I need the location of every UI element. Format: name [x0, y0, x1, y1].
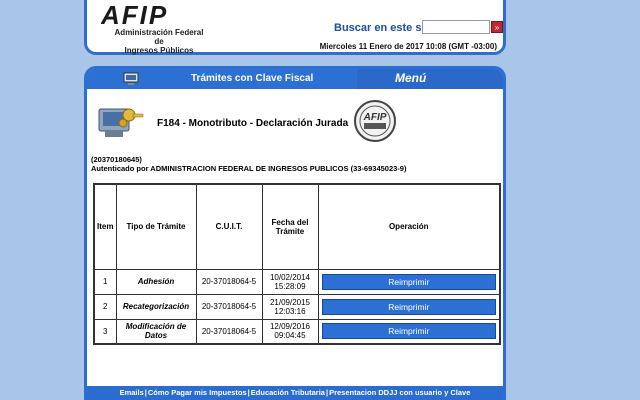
cuit-number: (20370180645): [91, 155, 142, 164]
header-panel: AFIP Administración Federal de Ingresos …: [84, 0, 506, 55]
main-panel: Trámites con Clave Fiscal Menú F184 - Mo…: [84, 66, 506, 400]
nav-bar: Trámites con Clave Fiscal Menú: [87, 69, 503, 89]
col-item: Item: [93, 183, 117, 270]
row-operacion: Reimprimir: [317, 268, 501, 295]
monitor-icon[interactable]: [123, 71, 139, 87]
reimprimir-button[interactable]: Reimprimir: [321, 323, 496, 340]
row-tipo: Adhesión: [115, 268, 197, 295]
row-tipo: Modificación de Datos: [115, 318, 197, 345]
menu-link[interactable]: Menú: [395, 71, 426, 85]
current-date: Miercoles 11 Enero de 2017 10:08 (GMT -0…: [319, 42, 497, 51]
nav-bar-right: [357, 69, 503, 89]
afip-logo: AFIP: [101, 4, 168, 26]
authenticated-by: Autenticado por ADMINISTRACION FEDERAL D…: [91, 164, 407, 173]
footer-links: Emails|Cómo Pagar mis Impuestos|Educació…: [87, 386, 503, 400]
footer-link-educacion[interactable]: Educación Tributaria: [251, 388, 325, 397]
footer-separator: |: [325, 388, 329, 397]
table-row: 3 Modificación de Datos 20-37018064-5 12…: [93, 318, 501, 345]
row-fecha: 21/09/2015 12:03:16: [261, 293, 319, 320]
logo-text: AFIP: [101, 4, 168, 26]
table-row: 2 Recategorización 20-37018064-5 21/09/2…: [93, 293, 501, 320]
col-operacion: Operación: [317, 183, 501, 270]
row-item: 2: [93, 293, 117, 320]
row-tipo: Recategorización: [115, 293, 197, 320]
reimprimir-button[interactable]: Reimprimir: [321, 298, 496, 315]
col-tipo: Tipo de Trámite: [115, 183, 197, 270]
keys-computer-icon: [98, 108, 144, 137]
stamp-text: AFIP: [363, 112, 387, 123]
tramites-table: Item Tipo de Trámite C.U.I.T. Fecha del …: [93, 183, 501, 345]
table-row: 1 Adhesión 20-37018064-5 10/02/2014 15:2…: [93, 268, 501, 295]
row-operacion: Reimprimir: [317, 293, 501, 320]
auth-info: (20370180645) Autenticado por ADMINISTRA…: [91, 155, 406, 173]
table-header-row: Item Tipo de Trámite C.U.I.T. Fecha del …: [93, 183, 501, 270]
footer-link-como-pagar[interactable]: Cómo Pagar mis Impuestos: [148, 388, 247, 397]
footer-separator: |: [247, 388, 250, 397]
org-name: Administración Federal de Ingresos Públi…: [109, 28, 209, 55]
afip-stamp-icon: AFIP: [354, 100, 396, 142]
row-fecha: 10/02/2014 15:28:09: [261, 268, 319, 295]
footer-link-presentacion[interactable]: Presentacion DDJJ con usuario y Clave: [329, 388, 470, 397]
row-cuit: 20-37018064-5: [195, 268, 263, 295]
nav-title: Trámites con Clave Fiscal: [191, 73, 314, 84]
row-item: 3: [93, 318, 117, 345]
row-operacion: Reimprimir: [317, 318, 501, 345]
footer-link-emails[interactable]: Emails: [120, 388, 144, 397]
col-cuit: C.U.I.T.: [195, 183, 263, 270]
search-input[interactable]: [422, 20, 490, 34]
footer-separator: |: [144, 388, 147, 397]
search-button[interactable]: »: [491, 21, 503, 33]
row-cuit: 20-37018064-5: [195, 293, 263, 320]
org-line-2: Ingresos Públicos: [124, 46, 194, 55]
row-item: 1: [93, 268, 117, 295]
form-title: F184 - Monotributo - Declaración Jurada: [157, 118, 349, 129]
row-cuit: 20-37018064-5: [195, 318, 263, 345]
col-fecha: Fecha del Trámite: [261, 183, 319, 270]
reimprimir-button[interactable]: Reimprimir: [321, 273, 496, 290]
row-fecha: 12/09/2016 09:04:45: [261, 318, 319, 345]
org-line-1: Administración Federal de: [114, 28, 204, 46]
